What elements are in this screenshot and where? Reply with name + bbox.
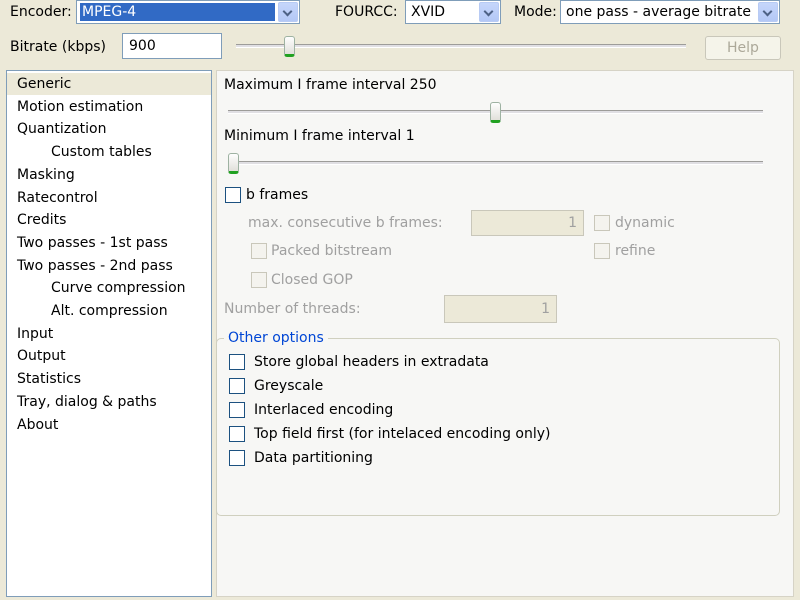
b-frames-checkbox[interactable] bbox=[225, 187, 241, 203]
interlaced-label: Interlaced encoding bbox=[254, 402, 394, 418]
encoder-value: MPEG-4 bbox=[80, 3, 275, 21]
interlaced-checkbox[interactable] bbox=[229, 402, 245, 418]
sidebar-item[interactable]: Two passes - 2nd pass bbox=[7, 255, 211, 277]
sidebar-item[interactable]: Curve compression bbox=[7, 277, 211, 299]
greyscale-label: Greyscale bbox=[254, 378, 324, 394]
sidebar-item[interactable]: Tray, dialog & paths bbox=[7, 391, 211, 413]
bitrate-input[interactable]: 900 bbox=[122, 33, 222, 59]
sidebar-item[interactable]: Generic bbox=[7, 73, 211, 95]
sidebar-item[interactable]: Masking bbox=[7, 164, 211, 186]
max-consecutive-label: max. consecutive b frames: bbox=[248, 215, 443, 231]
mode-label: Mode: bbox=[514, 4, 557, 20]
greyscale-checkbox[interactable] bbox=[229, 378, 245, 394]
mode-select[interactable]: one pass - average bitrate bbox=[560, 0, 780, 24]
max-consecutive-input[interactable]: 1 bbox=[471, 210, 584, 236]
fourcc-label: FOURCC: bbox=[335, 4, 398, 20]
min-i-frame-label: Minimum I frame interval 1 bbox=[224, 128, 415, 144]
b-frames-label: b frames bbox=[246, 187, 309, 203]
sidebar-item[interactable]: Credits bbox=[7, 209, 211, 231]
sidebar-item[interactable]: Alt. compression bbox=[7, 300, 211, 322]
settings-category-list[interactable]: Generic Motion estimation Quantization Cust… bbox=[6, 70, 212, 597]
sidebar-item[interactable]: About bbox=[7, 414, 211, 436]
sidebar-item[interactable]: Custom tables bbox=[7, 141, 211, 163]
fourcc-select[interactable]: XVID bbox=[405, 0, 501, 24]
sidebar-item[interactable]: Two passes - 1st pass bbox=[7, 232, 211, 254]
sidebar-item[interactable]: Statistics bbox=[7, 368, 211, 390]
chevron-down-icon[interactable] bbox=[758, 2, 778, 22]
store-global-headers-checkbox[interactable] bbox=[229, 354, 245, 370]
bitrate-slider-track[interactable] bbox=[236, 44, 686, 48]
packed-bitstream-checkbox[interactable] bbox=[251, 243, 267, 259]
threads-input[interactable]: 1 bbox=[444, 295, 557, 323]
mode-value: one pass - average bitrate bbox=[566, 4, 751, 20]
top-field-first-checkbox[interactable] bbox=[229, 426, 245, 442]
threads-label: Number of threads: bbox=[224, 301, 361, 317]
bitrate-label: Bitrate (kbps) bbox=[10, 39, 106, 55]
max-i-frame-label: Maximum I frame interval 250 bbox=[224, 77, 437, 93]
data-partitioning-checkbox[interactable] bbox=[229, 450, 245, 466]
store-global-headers-label: Store global headers in extradata bbox=[254, 354, 489, 370]
top-field-first-label: Top field first (for intelaced encoding … bbox=[254, 426, 551, 442]
min-i-frame-slider-thumb[interactable] bbox=[228, 153, 239, 174]
bitrate-slider-thumb[interactable] bbox=[284, 36, 296, 57]
other-options-title: Other options bbox=[224, 329, 328, 347]
encoder-select[interactable]: MPEG-4 bbox=[76, 0, 300, 24]
dynamic-checkbox[interactable] bbox=[594, 215, 610, 231]
sidebar-item[interactable]: Input bbox=[7, 323, 211, 345]
packed-bitstream-label: Packed bitstream bbox=[271, 243, 392, 259]
sidebar-item[interactable]: Motion estimation bbox=[7, 96, 211, 118]
refine-checkbox[interactable] bbox=[594, 243, 610, 259]
sidebar-item[interactable]: Output bbox=[7, 345, 211, 367]
sidebar-item[interactable]: Ratecontrol bbox=[7, 187, 211, 209]
chevron-down-icon[interactable] bbox=[278, 2, 298, 22]
min-i-frame-slider-track[interactable] bbox=[228, 161, 763, 165]
max-i-frame-slider-thumb[interactable] bbox=[490, 102, 501, 123]
encoder-label: Encoder: bbox=[10, 4, 72, 20]
help-button[interactable]: Help bbox=[705, 36, 781, 60]
sidebar-item[interactable]: Quantization bbox=[7, 118, 211, 140]
dynamic-label: dynamic bbox=[615, 215, 675, 231]
closed-gop-label: Closed GOP bbox=[271, 272, 353, 288]
closed-gop-checkbox[interactable] bbox=[251, 272, 267, 288]
fourcc-value: XVID bbox=[411, 4, 446, 20]
data-partitioning-label: Data partitioning bbox=[254, 450, 373, 466]
chevron-down-icon[interactable] bbox=[479, 2, 499, 22]
refine-label: refine bbox=[615, 243, 656, 259]
